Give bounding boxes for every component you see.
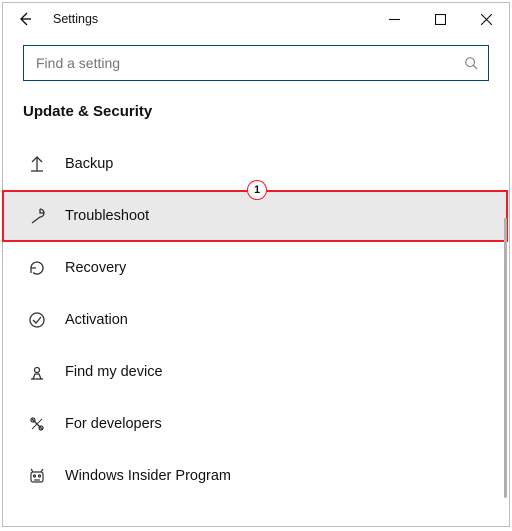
window-controls (371, 3, 509, 35)
close-button[interactable] (463, 3, 509, 35)
minimize-button[interactable] (371, 3, 417, 35)
close-icon (481, 14, 492, 25)
recovery-icon (27, 259, 47, 277)
nav-item-windows-insider[interactable]: Windows Insider Program (3, 450, 509, 502)
settings-window: Settings Update & Security (2, 2, 510, 527)
nav-item-label: Activation (65, 312, 128, 328)
activation-icon (27, 311, 47, 329)
nav-item-label: Windows Insider Program (65, 468, 231, 484)
nav-item-recovery[interactable]: Recovery (3, 242, 509, 294)
troubleshoot-icon (27, 207, 47, 225)
insider-icon (27, 467, 47, 485)
titlebar: Settings (3, 3, 509, 35)
nav-item-find-my-device[interactable]: Find my device (3, 346, 509, 398)
nav-item-label: Troubleshoot (65, 208, 149, 224)
section-title: Update & Security (3, 87, 509, 138)
nav-item-label: For developers (65, 416, 162, 432)
search-input[interactable] (34, 54, 434, 72)
nav-item-troubleshoot[interactable]: Troubleshoot (3, 190, 509, 242)
search-wrap (3, 35, 509, 87)
nav-item-backup[interactable]: Backup (3, 138, 509, 190)
search-icon (464, 56, 478, 70)
backup-icon (27, 155, 47, 173)
find-device-icon (27, 363, 47, 381)
minimize-icon (389, 14, 400, 25)
arrow-left-icon (17, 11, 33, 27)
back-button[interactable] (3, 3, 47, 35)
nav-list: Backup Troubleshoot Recovery (3, 138, 509, 502)
nav-item-for-developers[interactable]: For developers (3, 398, 509, 450)
nav-item-label: Backup (65, 156, 113, 172)
maximize-icon (435, 14, 446, 25)
maximize-button[interactable] (417, 3, 463, 35)
window-title: Settings (53, 12, 98, 26)
search-box[interactable] (23, 45, 489, 81)
scrollbar[interactable] (504, 218, 507, 498)
nav-item-activation[interactable]: Activation (3, 294, 509, 346)
nav-item-label: Find my device (65, 364, 163, 380)
developers-icon (27, 415, 47, 433)
nav-item-label: Recovery (65, 260, 126, 276)
